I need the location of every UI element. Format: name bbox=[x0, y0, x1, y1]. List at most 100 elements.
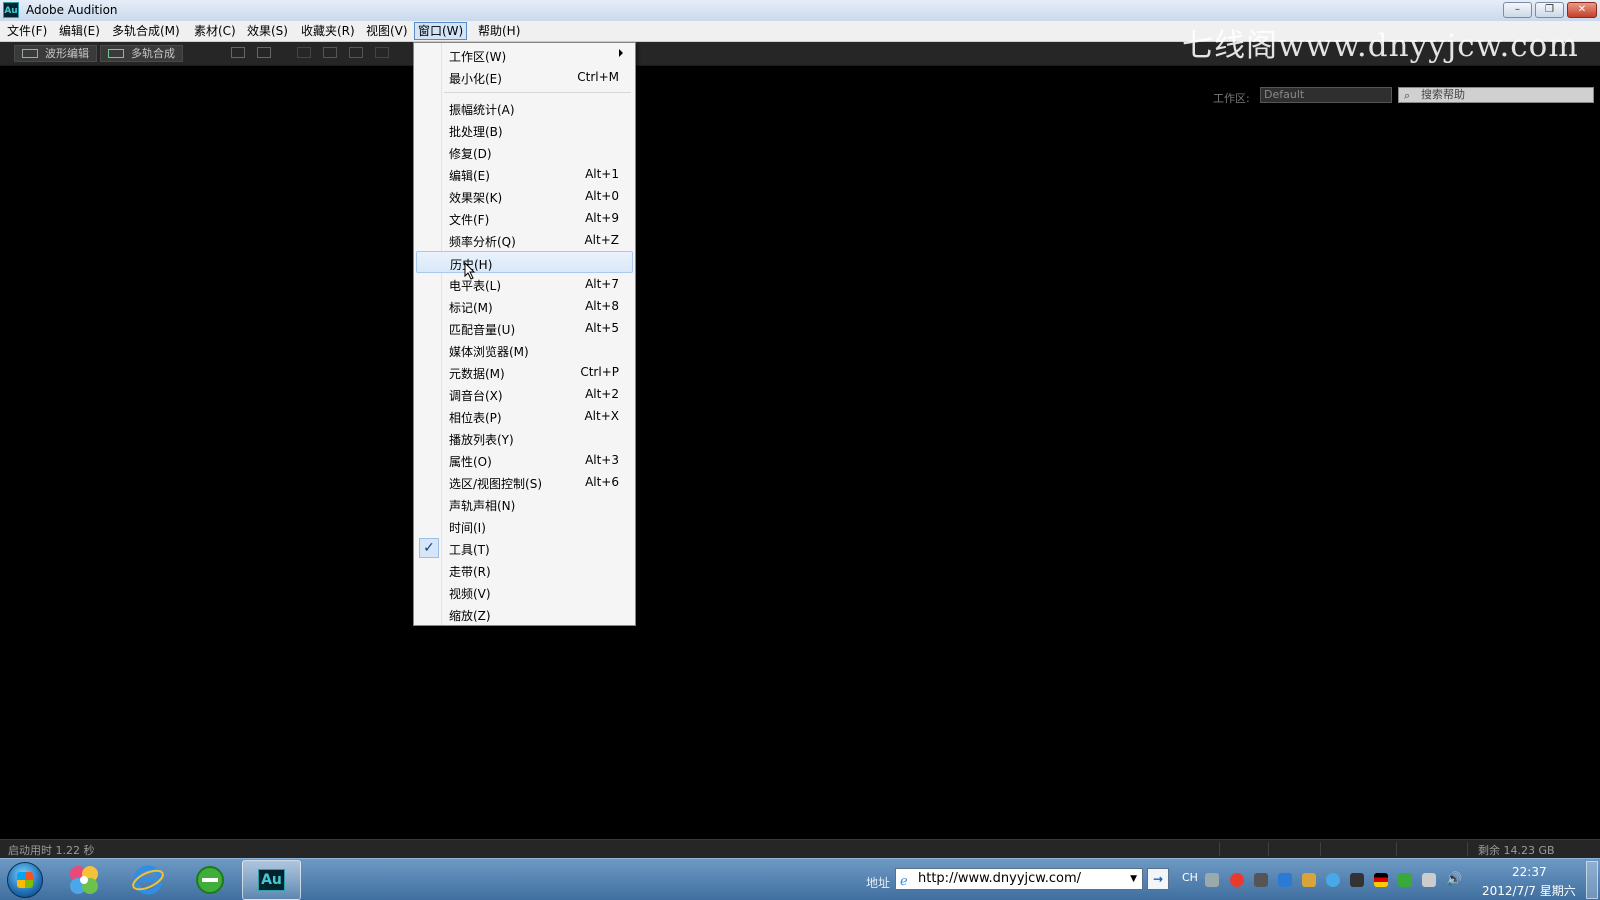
language-indicator[interactable]: CH bbox=[1182, 871, 1198, 884]
cloud-tray-icon[interactable] bbox=[1326, 873, 1340, 887]
address-label: 地址 bbox=[866, 876, 891, 890]
free-space-text: 剩余 14.23 GB bbox=[1478, 844, 1555, 857]
audition-taskbar-button[interactable]: Au bbox=[242, 860, 301, 900]
qq-icon[interactable] bbox=[1230, 873, 1244, 887]
clock-date[interactable]: 2012/7/7 星期六 bbox=[1482, 882, 1576, 899]
menu-item-effects-rack[interactable]: 效果架(K) Alt+0 bbox=[416, 185, 633, 207]
status-divider bbox=[1320, 842, 1321, 856]
menu-item-files[interactable]: 文件(F) Alt+9 bbox=[416, 207, 633, 229]
menu-separator bbox=[444, 92, 631, 93]
internet-explorer-icon[interactable] bbox=[131, 864, 165, 896]
start-button[interactable] bbox=[7, 862, 43, 898]
minimize-icon: – bbox=[1515, 4, 1520, 15]
status-divider bbox=[1467, 842, 1468, 856]
minimize-button[interactable]: – bbox=[1503, 2, 1532, 18]
pitch-display-icon[interactable] bbox=[257, 47, 271, 58]
menu-item-history[interactable]: 历史(H) bbox=[416, 251, 633, 280]
restore-button[interactable]: ❐ bbox=[1535, 2, 1564, 18]
volume-icon[interactable]: 🔊 bbox=[1446, 873, 1462, 887]
multitrack-label: 多轨合成 bbox=[131, 47, 175, 60]
status-divider bbox=[1268, 842, 1269, 856]
close-icon: ✕ bbox=[1577, 4, 1587, 15]
cat-tray-icon[interactable] bbox=[1302, 873, 1316, 887]
menu-clip[interactable]: 素材(C) bbox=[191, 23, 239, 39]
status-bar: 启动用时 1.22 秒 剩余 14.23 GB bbox=[0, 839, 1600, 858]
clock-time[interactable]: 22:37 bbox=[1512, 865, 1547, 879]
workspace-select[interactable]: Default bbox=[1260, 87, 1392, 103]
spectral-display-icon[interactable] bbox=[231, 47, 245, 58]
menu-item-minimize[interactable]: 最小化(E) Ctrl+M bbox=[416, 66, 633, 88]
waveform-label: 波形编辑 bbox=[45, 47, 89, 60]
move-tool-icon[interactable] bbox=[297, 47, 311, 58]
checkmark-icon: ✓ bbox=[419, 538, 439, 558]
menu-item-transport[interactable]: 走带(R) bbox=[416, 559, 633, 581]
green-browser-icon[interactable] bbox=[193, 864, 227, 896]
address-value: http://www.dnyyjcw.com/ bbox=[918, 871, 1082, 886]
search-placeholder: 搜索帮助 bbox=[1421, 88, 1465, 101]
menu-multitrack[interactable]: 多轨合成(M) bbox=[109, 23, 183, 39]
close-button[interactable]: ✕ bbox=[1567, 2, 1597, 18]
safety-tray-icon[interactable] bbox=[1350, 873, 1364, 887]
menu-item-frequency-analysis[interactable]: 频率分析(Q) Alt+Z bbox=[416, 229, 633, 251]
menu-item-editor[interactable]: 编辑(E) Alt+1 bbox=[416, 163, 633, 185]
menu-item-time[interactable]: 时间(I) bbox=[416, 515, 633, 537]
menu-item-markers[interactable]: 标记(M) Alt+8 bbox=[416, 295, 633, 317]
taskbar: Au 地址 ℯ http://www.dnyyjcw.com/ ▼ → CH 🔊… bbox=[0, 858, 1600, 900]
menu-item-mixer[interactable]: 调音台(X) Alt+2 bbox=[416, 383, 633, 405]
search-help-input[interactable]: ⌕ 搜索帮助 bbox=[1398, 87, 1594, 103]
network-icon[interactable] bbox=[1422, 873, 1436, 887]
keyboard-icon[interactable] bbox=[1205, 873, 1219, 887]
audition-app-icon: Au bbox=[3, 2, 19, 18]
time-selection-tool-icon[interactable] bbox=[375, 47, 389, 58]
pinwheel-app-icon[interactable] bbox=[67, 864, 101, 896]
menu-item-phase-meter[interactable]: 相位表(P) Alt+X bbox=[416, 405, 633, 427]
waveform-editor-button[interactable]: 波形编辑 bbox=[14, 45, 97, 62]
menu-item-video[interactable]: 视频(V) bbox=[416, 581, 633, 603]
menu-item-media-browser[interactable]: 媒体浏览器(M) bbox=[416, 339, 633, 361]
menu-item-tools[interactable]: ✓ 工具(T) bbox=[416, 537, 633, 559]
shield-icon[interactable] bbox=[1398, 873, 1412, 887]
network-settings-icon[interactable] bbox=[1254, 873, 1268, 887]
app-tray-icon[interactable] bbox=[1278, 873, 1292, 887]
windows-logo-icon bbox=[17, 872, 33, 888]
menu-item-diagnostics[interactable]: 修复(D) bbox=[416, 141, 633, 163]
menu-view[interactable]: 视图(V) bbox=[363, 23, 411, 39]
dropdown-arrow-icon: ▼ bbox=[1130, 874, 1137, 884]
restore-icon: ❐ bbox=[1545, 4, 1554, 15]
menu-item-level-meters[interactable]: 电平表(L) Alt+7 bbox=[416, 273, 633, 295]
menu-item-batch-process[interactable]: 批处理(B) bbox=[416, 119, 633, 141]
menu-help[interactable]: 帮助(H) bbox=[475, 23, 523, 39]
menu-file[interactable]: 文件(F) bbox=[4, 23, 50, 39]
menu-item-metadata[interactable]: 元数据(M) Ctrl+P bbox=[416, 361, 633, 383]
menu-effects[interactable]: 效果(S) bbox=[244, 23, 291, 39]
watermark-text: 七线阁www.dnyyjcw.com bbox=[1182, 28, 1579, 64]
arrow-right-icon: → bbox=[1152, 872, 1164, 886]
address-input[interactable]: ℯ http://www.dnyyjcw.com/ ▼ bbox=[895, 868, 1143, 890]
menu-edit[interactable]: 编辑(E) bbox=[56, 23, 103, 39]
menu-item-properties[interactable]: 属性(O) Alt+3 bbox=[416, 449, 633, 471]
menu-item-workspace[interactable]: 工作区(W) bbox=[416, 44, 633, 66]
status-divider bbox=[1396, 842, 1397, 856]
menu-item-amplitude-statistics[interactable]: 振幅统计(A) bbox=[416, 97, 633, 119]
slip-tool-icon[interactable] bbox=[349, 47, 363, 58]
workspace-label: 工作区: bbox=[1213, 92, 1250, 105]
startup-time-text: 启动用时 1.22 秒 bbox=[8, 844, 95, 857]
page-icon: ℯ bbox=[900, 874, 908, 889]
menu-favorites[interactable]: 收藏夹(R) bbox=[298, 23, 358, 39]
window-menu-dropdown: 工作区(W) 最小化(E) Ctrl+M 振幅统计(A) 批处理(B) 修复(D… bbox=[413, 42, 636, 626]
menu-item-selection-view-controls[interactable]: 选区/视图控制(S) Alt+6 bbox=[416, 471, 633, 493]
go-button[interactable]: → bbox=[1147, 868, 1169, 890]
menu-item-match-volume[interactable]: 匹配音量(U) Alt+5 bbox=[416, 317, 633, 339]
multitrack-button[interactable]: 多轨合成 bbox=[100, 45, 183, 62]
submenu-arrow-icon bbox=[619, 49, 623, 57]
razor-tool-icon[interactable] bbox=[323, 47, 337, 58]
menu-item-playlist[interactable]: 播放列表(Y) bbox=[416, 427, 633, 449]
menu-window[interactable]: 窗口(W) bbox=[414, 22, 468, 40]
search-icon: ⌕ bbox=[1404, 89, 1411, 102]
menu-item-zoom[interactable]: 缩放(Z) bbox=[416, 603, 633, 625]
show-desktop-button[interactable] bbox=[1586, 861, 1598, 899]
window-title: Adobe Audition bbox=[26, 3, 118, 17]
menu-item-track-panner[interactable]: 声轨声相(N) bbox=[416, 493, 633, 515]
audition-taskbar-icon: Au bbox=[258, 869, 285, 891]
flag-icon[interactable] bbox=[1374, 873, 1388, 887]
